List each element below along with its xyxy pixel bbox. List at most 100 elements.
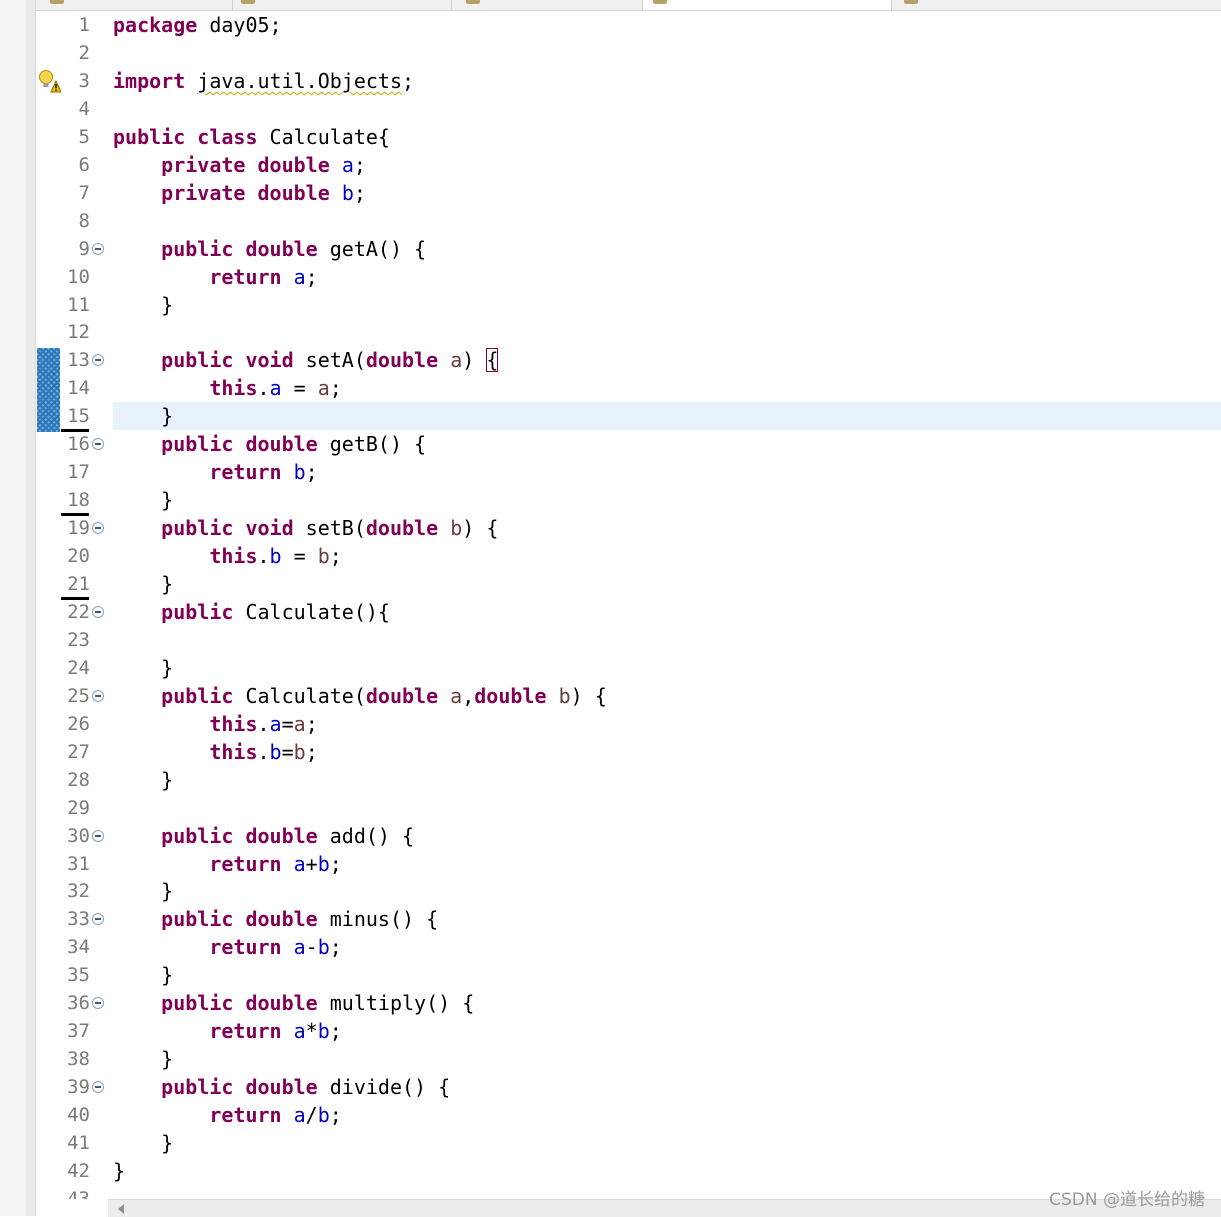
code-text[interactable]: public double add() { (113, 822, 414, 850)
code-text[interactable]: } (113, 1157, 125, 1185)
line-number[interactable]: 25 (60, 682, 90, 710)
line-number[interactable]: 18 (60, 486, 90, 514)
code-text[interactable]: public void setB(double b) { (113, 514, 498, 542)
line-number[interactable]: 9 (60, 235, 90, 263)
code-text[interactable]: private double a; (113, 151, 366, 179)
line-number[interactable]: 6 (60, 151, 90, 179)
line-number[interactable]: 42 (60, 1157, 90, 1185)
code-line[interactable]: 29 (36, 794, 1221, 822)
code-text[interactable]: return a+b; (113, 850, 341, 878)
code-line[interactable]: 38 } (36, 1045, 1221, 1073)
code-text[interactable]: public double minus() { (113, 905, 438, 933)
code-line[interactable]: 31 return a+b; (36, 850, 1221, 878)
line-number[interactable]: 38 (60, 1045, 90, 1073)
code-text[interactable]: return b; (113, 458, 317, 486)
code-line[interactable]: 27 this.b=b; (36, 738, 1221, 766)
code-line[interactable]: 7 private double b; (36, 179, 1221, 207)
line-number[interactable]: 32 (60, 877, 90, 905)
line-number[interactable]: 27 (60, 738, 90, 766)
code-line[interactable]: 6 private double a; (36, 151, 1221, 179)
code-line[interactable]: 14 this.a = a; (36, 374, 1221, 402)
line-number[interactable]: 35 (60, 961, 90, 989)
code-text[interactable]: } (113, 1129, 173, 1157)
line-number[interactable]: 7 (60, 179, 90, 207)
code-line[interactable]: 8 (36, 207, 1221, 235)
line-number[interactable]: 31 (60, 850, 90, 878)
code-text[interactable]: } (113, 486, 173, 514)
code-line[interactable]: 19 public void setB(double b) { (36, 514, 1221, 542)
code-line[interactable]: 22 public Calculate(){ (36, 598, 1221, 626)
collapse-minus-icon[interactable] (92, 829, 104, 842)
code-text[interactable]: this.a=a; (113, 710, 317, 738)
line-number[interactable]: 1 (60, 11, 90, 39)
line-number[interactable]: 3 (60, 67, 90, 95)
line-number[interactable]: 16 (60, 430, 90, 458)
collapse-minus-icon[interactable] (92, 997, 104, 1010)
code-line[interactable]: 24 } (36, 654, 1221, 682)
line-number[interactable]: 23 (60, 626, 90, 654)
editor-tab[interactable] (36, 0, 233, 10)
code-text[interactable]: } (113, 570, 173, 598)
code-text[interactable]: } (113, 766, 173, 794)
code-text[interactable]: public class Calculate{ (113, 123, 390, 151)
editor-tab-active[interactable] (643, 0, 892, 10)
code-text[interactable]: this.a = a; (113, 374, 341, 402)
code-line[interactable]: 36 public double multiply() { (36, 989, 1221, 1017)
editor-tab[interactable] (452, 0, 643, 10)
line-number[interactable]: 33 (60, 905, 90, 933)
code-line[interactable]: 15 } (36, 402, 1221, 433)
code-line[interactable]: 16 public double getB() { (36, 430, 1221, 458)
collapse-minus-icon[interactable] (92, 605, 104, 618)
editor-tab[interactable] (892, 0, 1221, 10)
code-text[interactable]: } (113, 654, 173, 682)
code-line[interactable]: 12 (36, 318, 1221, 346)
line-number[interactable]: 8 (60, 207, 90, 235)
code-line[interactable]: 17 return b; (36, 458, 1221, 486)
code-text[interactable]: } (113, 291, 173, 319)
collapse-minus-icon[interactable] (92, 689, 104, 702)
code-line[interactable]: 30 public double add() { (36, 822, 1221, 850)
line-number[interactable]: 37 (60, 1017, 90, 1045)
code-line[interactable]: 40 return a/b; (36, 1101, 1221, 1129)
code-line[interactable]: 3 import java.util.Objects; (36, 67, 1221, 95)
code-text[interactable]: public double divide() { (113, 1073, 450, 1101)
code-text[interactable]: package day05; (113, 11, 282, 39)
code-text[interactable]: import java.util.Objects; (113, 67, 414, 95)
code-line[interactable]: 34 return a-b; (36, 933, 1221, 961)
line-number[interactable]: 10 (60, 263, 90, 291)
collapse-minus-icon[interactable] (92, 354, 104, 367)
line-number[interactable]: 15 (60, 402, 90, 430)
line-number[interactable]: 29 (60, 794, 90, 822)
code-text[interactable]: } (113, 961, 173, 989)
line-number[interactable]: 13 (60, 346, 90, 374)
code-line[interactable]: 35 } (36, 961, 1221, 989)
code-line[interactable]: 13 public void setA(double a) { (36, 346, 1221, 374)
code-text[interactable]: } (113, 1045, 173, 1073)
code-line[interactable]: 18 } (36, 486, 1221, 517)
code-text[interactable]: return a; (113, 263, 317, 291)
code-line[interactable]: 42} (36, 1157, 1221, 1185)
code-line[interactable]: 39 public double divide() { (36, 1073, 1221, 1101)
line-number[interactable]: 30 (60, 822, 90, 850)
code-text[interactable]: public Calculate(){ (113, 598, 390, 626)
line-number[interactable]: 14 (60, 374, 90, 402)
line-number[interactable]: 11 (60, 291, 90, 319)
editor-tab[interactable] (233, 0, 452, 10)
line-number[interactable]: 34 (60, 933, 90, 961)
code-line[interactable]: 41 } (36, 1129, 1221, 1157)
collapse-minus-icon[interactable] (92, 522, 104, 535)
code-text[interactable]: public Calculate(double a,double b) { (113, 682, 607, 710)
line-number[interactable]: 2 (60, 39, 90, 67)
line-number[interactable]: 40 (60, 1101, 90, 1129)
line-number[interactable]: 39 (60, 1073, 90, 1101)
code-text[interactable]: this.b=b; (113, 738, 317, 766)
line-number[interactable]: 20 (60, 542, 90, 570)
line-number[interactable]: 4 (60, 95, 90, 123)
code-line[interactable]: 25 public Calculate(double a,double b) { (36, 682, 1221, 710)
collapse-minus-icon[interactable] (92, 913, 104, 926)
code-text[interactable]: private double b; (113, 179, 366, 207)
code-text[interactable]: } (113, 877, 173, 905)
scroll-left-arrow-icon[interactable] (118, 1204, 124, 1214)
code-line[interactable]: 10 return a; (36, 263, 1221, 291)
collapse-minus-icon[interactable] (92, 242, 104, 255)
